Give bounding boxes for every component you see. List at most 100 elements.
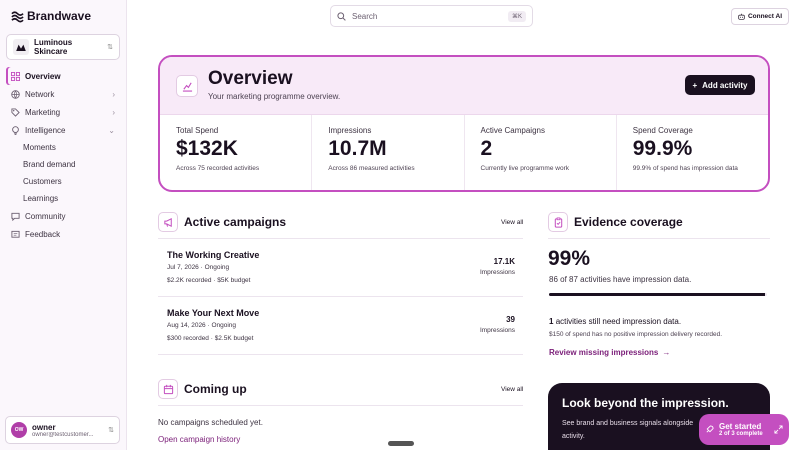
sidebar-item-intelligence[interactable]: Intelligence ⌄ bbox=[6, 121, 120, 139]
stat-note: Currently live programme work bbox=[480, 165, 570, 172]
divider bbox=[158, 405, 523, 406]
page-title: Overview bbox=[208, 68, 293, 89]
stat-value: 10.7M bbox=[328, 137, 387, 160]
missing-label: activities still need impression data. bbox=[555, 317, 682, 326]
stat-note: 99.9% of spend has impression data bbox=[632, 165, 738, 172]
user-info: owner owner@testcustomer... bbox=[32, 423, 103, 438]
chevron-updown-icon: ⇅ bbox=[108, 427, 114, 434]
brandwave-icon bbox=[11, 10, 24, 22]
stat-label: Impressions bbox=[328, 126, 372, 135]
campaign-row[interactable]: Make Your Next Move Aug 14, 2026 · Ongoi… bbox=[158, 296, 523, 354]
get-started-title: Get started bbox=[719, 422, 762, 431]
campaign-name: Make Your Next Move bbox=[167, 308, 260, 318]
get-started-progress: 2 of 3 complete bbox=[719, 431, 763, 437]
stat-total-spend: Total Spend $132K Across 75 recorded act… bbox=[160, 115, 313, 190]
divider bbox=[158, 354, 523, 355]
overview-card: Overview Your marketing programme overvi… bbox=[158, 55, 770, 192]
calendar-icon bbox=[158, 379, 178, 399]
evidence-coverage-title: Evidence coverage bbox=[574, 215, 683, 229]
promo-title: Look beyond the impression. bbox=[562, 396, 729, 410]
globe-icon bbox=[11, 89, 20, 99]
chevron-right-icon: › bbox=[112, 89, 115, 99]
add-activity-button[interactable]: + Add activity bbox=[685, 75, 755, 95]
search-input[interactable] bbox=[352, 11, 502, 21]
sidebar-item-network[interactable]: Network › bbox=[6, 85, 120, 103]
coverage-progress-bar bbox=[549, 293, 767, 296]
connect-ai-button[interactable]: Connect AI bbox=[731, 8, 789, 25]
search-icon bbox=[337, 11, 346, 21]
rocket-icon bbox=[705, 421, 714, 439]
brand-name: Brandwave bbox=[27, 9, 92, 23]
missing-impressions-text: 1 activities still need impression data. bbox=[549, 317, 681, 326]
shortcut-hint: ⌘K bbox=[507, 10, 526, 22]
sidebar-item-label: Community bbox=[25, 211, 66, 221]
grid-icon bbox=[11, 71, 20, 81]
megaphone-icon bbox=[158, 212, 178, 232]
chart-icon bbox=[176, 75, 198, 97]
org-name: Luminous Skincare bbox=[34, 38, 73, 56]
page-subtitle: Your marketing programme overview. bbox=[208, 92, 341, 101]
sidebar-item-label: Network bbox=[25, 89, 55, 99]
stat-note: Across 75 recorded activities bbox=[176, 165, 260, 172]
sidebar-item-community[interactable]: Community bbox=[6, 207, 120, 225]
sidebar-item-feedback[interactable]: Feedback bbox=[6, 225, 120, 243]
campaign-name: The Working Creative bbox=[167, 250, 260, 260]
message-square-icon bbox=[11, 230, 20, 239]
plus-icon: + bbox=[692, 80, 698, 90]
stat-active-campaigns: Active Campaigns 2 Currently live progra… bbox=[465, 115, 617, 190]
view-all-campaigns-link[interactable]: View all bbox=[501, 219, 523, 226]
stat-label: Spend Coverage bbox=[632, 126, 693, 135]
robot-icon bbox=[738, 13, 745, 20]
sidebar-item-marketing[interactable]: Marketing › bbox=[6, 103, 120, 121]
expand-icon bbox=[774, 421, 783, 439]
clipboard-icon bbox=[548, 212, 568, 232]
user-menu[interactable]: OW owner owner@testcustomer... ⇅ bbox=[5, 416, 120, 444]
campaign-budget: $300 recorded · $2.5K budget bbox=[167, 335, 254, 342]
stat-label: Active Campaigns bbox=[480, 126, 545, 135]
missing-spend-text: $150 of spend has no positive impression… bbox=[549, 331, 723, 338]
campaign-row[interactable]: The Working Creative Jul 7, 2026 · Ongoi… bbox=[158, 238, 523, 296]
get-started-text: Get started 2 of 3 complete bbox=[719, 422, 769, 437]
open-campaign-history-link[interactable]: Open campaign history bbox=[158, 435, 240, 444]
sidebar-subitem-learnings[interactable]: Learnings bbox=[6, 190, 120, 207]
user-email: owner@testcustomer... bbox=[32, 431, 94, 438]
lightbulb-icon bbox=[11, 125, 20, 135]
divider bbox=[548, 238, 770, 239]
stats-row: Total Spend $132K Across 75 recorded act… bbox=[160, 115, 768, 190]
stat-value: 99.9% bbox=[632, 137, 693, 160]
tag-icon bbox=[11, 107, 20, 117]
coverage-progress-fill bbox=[549, 293, 765, 296]
stat-spend-coverage: Spend Coverage 99.9% 99.9% of spend has … bbox=[617, 115, 768, 190]
search-bar[interactable]: ⌘K bbox=[330, 5, 533, 27]
chevron-right-icon: › bbox=[112, 107, 115, 117]
sidebar-subitem-customers[interactable]: Customers bbox=[6, 173, 120, 190]
user-name: owner bbox=[32, 422, 56, 432]
review-missing-impressions-link[interactable]: Review missing impressions → bbox=[549, 348, 670, 357]
campaign-budget: $2.2K recorded · $5K budget bbox=[167, 277, 251, 284]
sidebar-item-label: Intelligence bbox=[25, 125, 66, 135]
coming-up-empty-text: No campaigns scheduled yet. bbox=[158, 418, 263, 427]
campaign-date: Jul 7, 2026 · Ongoing bbox=[167, 264, 230, 271]
campaign-impressions: 39 bbox=[506, 315, 515, 324]
scrollbar-thumb[interactable] bbox=[388, 441, 414, 446]
stat-label: Total Spend bbox=[176, 126, 219, 135]
brand-logo[interactable]: Brandwave bbox=[11, 9, 91, 23]
review-link-label: Review missing impressions bbox=[549, 348, 659, 357]
arrow-right-icon: → bbox=[662, 348, 671, 357]
sidebar-subitem-moments[interactable]: Moments bbox=[6, 139, 120, 156]
add-activity-label: Add activity bbox=[702, 80, 748, 90]
org-logo-icon bbox=[13, 39, 29, 55]
connect-ai-label: Connect AI bbox=[747, 13, 783, 20]
org-switcher[interactable]: Luminous Skincare ⇅ bbox=[6, 34, 120, 60]
stat-value: $132K bbox=[176, 137, 238, 160]
stat-value: 2 bbox=[480, 137, 493, 160]
sidebar-nav: Overview Network › Marketing › Intellige… bbox=[6, 67, 120, 243]
sidebar-subitem-brand-demand[interactable]: Brand demand bbox=[6, 156, 120, 173]
avatar: OW bbox=[11, 422, 27, 438]
campaign-impressions: 17.1K bbox=[493, 257, 515, 266]
get-started-button[interactable]: Get started 2 of 3 complete bbox=[699, 414, 789, 445]
sidebar-item-overview[interactable]: Overview bbox=[6, 67, 120, 85]
stat-impressions: Impressions 10.7M Across 86 measured act… bbox=[312, 115, 465, 190]
view-all-coming-up-link[interactable]: View all bbox=[501, 386, 523, 393]
coverage-percent: 99% bbox=[548, 247, 591, 270]
